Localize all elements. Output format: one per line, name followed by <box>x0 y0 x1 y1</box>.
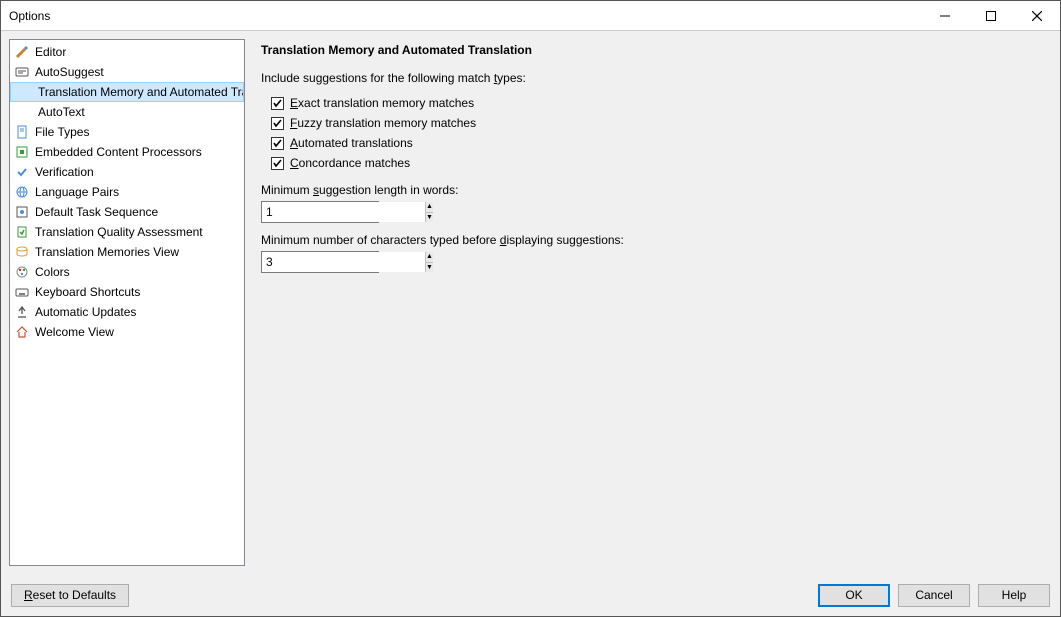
min-length-input[interactable] <box>262 202 425 222</box>
maximize-button[interactable] <box>968 1 1014 30</box>
pencil-icon <box>14 44 30 60</box>
tree-item-colors[interactable]: Colors <box>10 262 244 282</box>
reset-defaults-button[interactable]: Reset to Defaults <box>11 584 129 607</box>
help-button[interactable]: Help <box>978 584 1050 607</box>
min-chars-spinner[interactable]: ▲ ▼ <box>261 251 379 273</box>
tree-label: Colors <box>35 265 70 279</box>
tree-label: Automatic Updates <box>35 305 136 319</box>
include-types-label: Include suggestions for the following ma… <box>261 71 1048 85</box>
spin-down-icon[interactable]: ▼ <box>426 213 433 223</box>
tree-item-editor[interactable]: Editor <box>10 42 244 62</box>
tm-icon <box>14 244 30 260</box>
min-length-label: Minimum suggestion length in words: <box>261 183 1048 197</box>
tree-item-keyboard[interactable]: Keyboard Shortcuts <box>10 282 244 302</box>
check-automated-translations[interactable]: Automated translations <box>261 133 1048 153</box>
options-window: Options Editor AutoSuggest <box>0 0 1061 617</box>
checkbox-icon[interactable] <box>271 117 284 130</box>
min-length-spinner[interactable]: ▲ ▼ <box>261 201 379 223</box>
tree-label: Embedded Content Processors <box>35 145 202 159</box>
tree-label: AutoText <box>38 105 85 119</box>
check-exact-matches[interactable]: Exact translation memory matches <box>261 93 1048 113</box>
task-icon <box>14 204 30 220</box>
check-concordance-matches[interactable]: Concordance matches <box>261 153 1048 173</box>
panel-title: Translation Memory and Automated Transla… <box>261 43 1048 57</box>
tree-item-autosuggest[interactable]: AutoSuggest <box>10 62 244 82</box>
checkbox-icon[interactable] <box>271 97 284 110</box>
colors-icon <box>14 264 30 280</box>
tree-item-language-pairs[interactable]: Language Pairs <box>10 182 244 202</box>
dialog-body: Editor AutoSuggest Translation Memory an… <box>1 31 1060 574</box>
window-controls <box>922 1 1060 30</box>
tree-item-task-sequence[interactable]: Default Task Sequence <box>10 202 244 222</box>
minimize-button[interactable] <box>922 1 968 30</box>
check-label: Concordance matches <box>290 156 410 170</box>
tree-item-tqa[interactable]: Translation Quality Assessment <box>10 222 244 242</box>
tree-label: File Types <box>35 125 89 139</box>
tree-item-verification[interactable]: Verification <box>10 162 244 182</box>
tree-label: Keyboard Shortcuts <box>35 285 140 299</box>
quality-icon <box>14 224 30 240</box>
tree-label: Verification <box>35 165 94 179</box>
update-icon <box>14 304 30 320</box>
min-chars-input[interactable] <box>262 252 425 272</box>
tree-item-filetypes[interactable]: File Types <box>10 122 244 142</box>
ok-button[interactable]: OK <box>818 584 890 607</box>
tree-item-updates[interactable]: Automatic Updates <box>10 302 244 322</box>
check-fuzzy-matches[interactable]: Fuzzy translation memory matches <box>261 113 1048 133</box>
tree-label: Translation Memory and Automated Trans <box>38 85 243 99</box>
tree-label: AutoSuggest <box>35 65 104 79</box>
checkbox-icon[interactable] <box>271 157 284 170</box>
tree-label: Editor <box>35 45 66 59</box>
check-label: Fuzzy translation memory matches <box>290 116 476 130</box>
cancel-button[interactable]: Cancel <box>898 584 970 607</box>
window-title: Options <box>9 9 922 23</box>
keyboard-icon <box>14 284 30 300</box>
tree-label: Welcome View <box>35 325 114 339</box>
tree-label: Language Pairs <box>35 185 119 199</box>
globe-icon <box>14 184 30 200</box>
dialog-footer: Reset to Defaults OK Cancel Help <box>1 574 1060 616</box>
tree-item-welcome[interactable]: Welcome View <box>10 322 244 342</box>
suggest-icon <box>14 64 30 80</box>
spin-up-icon[interactable]: ▲ <box>426 202 433 213</box>
checkbox-icon[interactable] <box>271 137 284 150</box>
tree-item-tm-automated[interactable]: Translation Memory and Automated Trans <box>10 82 244 102</box>
verify-icon <box>14 164 30 180</box>
tree-item-embedded[interactable]: Embedded Content Processors <box>10 142 244 162</box>
file-icon <box>14 124 30 140</box>
tree-item-autotext[interactable]: AutoText <box>10 102 244 122</box>
spin-up-icon[interactable]: ▲ <box>426 252 433 263</box>
titlebar: Options <box>1 1 1060 31</box>
check-label: Exact translation memory matches <box>290 96 474 110</box>
check-label: Automated translations <box>290 136 413 150</box>
tree-label: Default Task Sequence <box>35 205 158 219</box>
tree-item-tm-view[interactable]: Translation Memories View <box>10 242 244 262</box>
embed-icon <box>14 144 30 160</box>
close-button[interactable] <box>1014 1 1060 30</box>
home-icon <box>14 324 30 340</box>
category-tree[interactable]: Editor AutoSuggest Translation Memory an… <box>9 39 245 566</box>
tree-label: Translation Quality Assessment <box>35 225 203 239</box>
tree-label: Translation Memories View <box>35 245 179 259</box>
spin-down-icon[interactable]: ▼ <box>426 263 433 273</box>
min-chars-label: Minimum number of characters typed befor… <box>261 233 1048 247</box>
settings-panel: Translation Memory and Automated Transla… <box>253 39 1052 566</box>
